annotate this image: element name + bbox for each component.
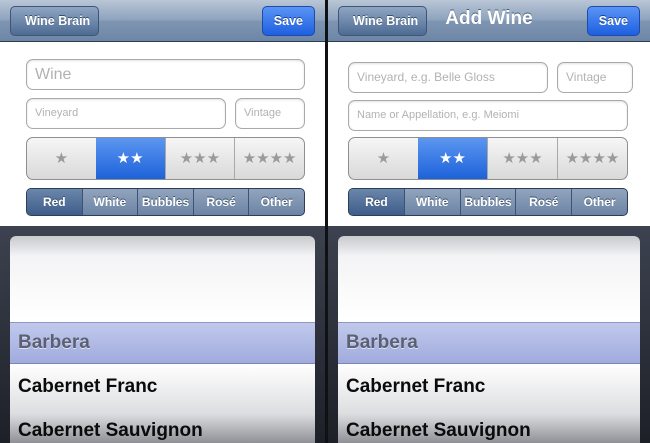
save-button[interactable]: Save [261,6,315,36]
rating-2-stars[interactable]: ★★ [418,138,487,179]
add-wine-form: Vineyard, e.g. Belle Gloss Vintage Name … [328,42,650,225]
type-bubbles[interactable]: Bubbles [137,189,193,215]
picker-row[interactable]: Cabernet Sauvignon [346,420,531,442]
type-rose[interactable]: Rosé [192,189,249,215]
type-white[interactable]: White [81,189,138,215]
vineyard-field[interactable]: Vineyard, e.g. Belle Gloss [348,62,548,93]
navigation-bar: Wine Brain Add Wine Save [328,0,650,42]
picker-row[interactable]: Barbera [18,332,90,354]
type-other[interactable]: Other [248,189,304,215]
left-screen: Wine Brain Save Wine Vineyard Vintage ★ … [0,0,325,443]
right-screen: Wine Brain Add Wine Save Vineyard, e.g. … [328,0,650,443]
navigation-bar: Wine Brain Save [0,0,325,42]
back-button[interactable]: Wine Brain [10,6,100,36]
varietal-picker: Barbera Cabernet Franc Cabernet Sauvigno… [328,226,650,443]
picker-wheel[interactable]: Barbera Cabernet Franc Cabernet Sauvigno… [10,236,315,443]
wine-type-control: Red White Bubbles Rosé Other [348,188,628,216]
rating-2-stars[interactable]: ★★ [95,138,165,179]
picker-row[interactable]: Cabernet Franc [18,376,157,398]
type-rose[interactable]: Rosé [515,189,571,215]
wine-type-control: Red White Bubbles Rosé Other [26,188,305,216]
save-button[interactable]: Save [586,6,640,36]
vintage-field[interactable]: Vintage [557,62,633,93]
rating-3-stars[interactable]: ★★★ [164,138,235,179]
varietal-picker: Barbera Cabernet Franc Cabernet Sauvigno… [0,226,325,443]
rating-1-star[interactable]: ★ [349,138,418,179]
type-other[interactable]: Other [571,189,627,215]
rating-3-stars[interactable]: ★★★ [487,138,557,179]
rating-4-stars[interactable]: ★★★★ [234,138,304,179]
add-wine-form: Wine Vineyard Vintage ★ ★★ ★★★ ★★★★ Red … [0,42,325,225]
rating-1-star[interactable]: ★ [27,138,96,179]
type-bubbles[interactable]: Bubbles [459,189,516,215]
type-white[interactable]: White [403,189,460,215]
back-button-label: Wine Brain [25,14,91,28]
star-rating-control: ★ ★★ ★★★ ★★★★ [26,137,305,180]
type-red[interactable]: Red [349,189,404,215]
star-rating-control: ★ ★★ ★★★ ★★★★ [348,137,628,180]
picker-row[interactable]: Cabernet Franc [346,376,485,398]
picker-row[interactable]: Barbera [346,332,418,354]
vineyard-field[interactable]: Vineyard [26,98,226,129]
picker-wheel[interactable]: Barbera Cabernet Franc Cabernet Sauvigno… [338,236,640,443]
picker-row[interactable]: Cabernet Sauvignon [18,420,203,442]
rating-4-stars[interactable]: ★★★★ [557,138,627,179]
type-red[interactable]: Red [27,189,82,215]
name-appellation-field[interactable]: Name or Appellation, e.g. Meiomi [348,100,628,131]
wine-field[interactable]: Wine [26,59,305,90]
vintage-field[interactable]: Vintage [235,98,305,129]
